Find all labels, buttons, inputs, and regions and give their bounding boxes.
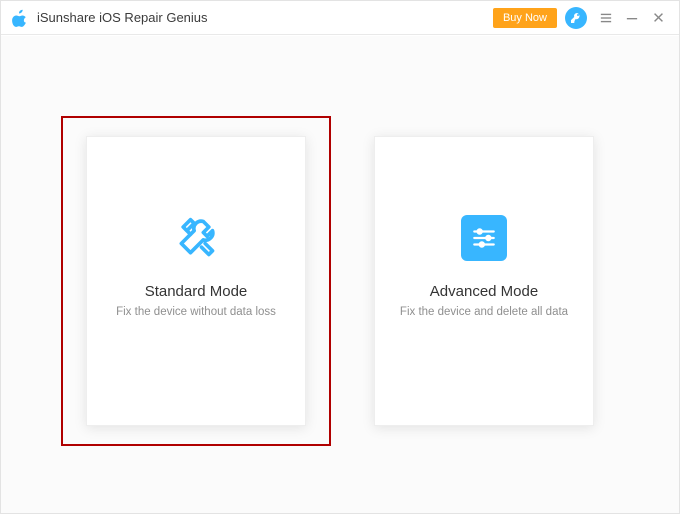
- key-icon: [570, 12, 582, 24]
- standard-mode-title: Standard Mode: [145, 283, 248, 300]
- buy-now-button[interactable]: Buy Now: [493, 8, 557, 28]
- hamburger-icon: [600, 12, 612, 24]
- menu-button[interactable]: [595, 7, 617, 29]
- close-button[interactable]: [647, 7, 669, 29]
- tools-icon: [173, 215, 219, 261]
- minimize-button[interactable]: [621, 7, 643, 29]
- main-content: Standard Mode Fix the device without dat…: [1, 36, 679, 513]
- titlebar: iSunshare iOS Repair Genius Buy Now: [1, 1, 679, 35]
- app-title: iSunshare iOS Repair Genius: [37, 10, 208, 25]
- advanced-mode-card[interactable]: Advanced Mode Fix the device and delete …: [374, 136, 594, 426]
- minimize-icon: [626, 12, 638, 24]
- mode-card-row: Standard Mode Fix the device without dat…: [1, 116, 679, 446]
- advanced-mode-title: Advanced Mode: [430, 283, 538, 300]
- sliders-icon: [461, 215, 507, 261]
- app-window: iSunshare iOS Repair Genius Buy Now: [0, 0, 680, 514]
- app-logo-icon: [11, 9, 29, 27]
- standard-mode-card[interactable]: Standard Mode Fix the device without dat…: [86, 136, 306, 426]
- advanced-mode-wrap: Advanced Mode Fix the device and delete …: [349, 116, 619, 446]
- advanced-mode-subtitle: Fix the device and delete all data: [388, 306, 580, 318]
- standard-mode-highlight: Standard Mode Fix the device without dat…: [61, 116, 331, 446]
- close-icon: [653, 12, 664, 23]
- standard-mode-subtitle: Fix the device without data loss: [104, 306, 288, 318]
- user-key-button[interactable]: [565, 7, 587, 29]
